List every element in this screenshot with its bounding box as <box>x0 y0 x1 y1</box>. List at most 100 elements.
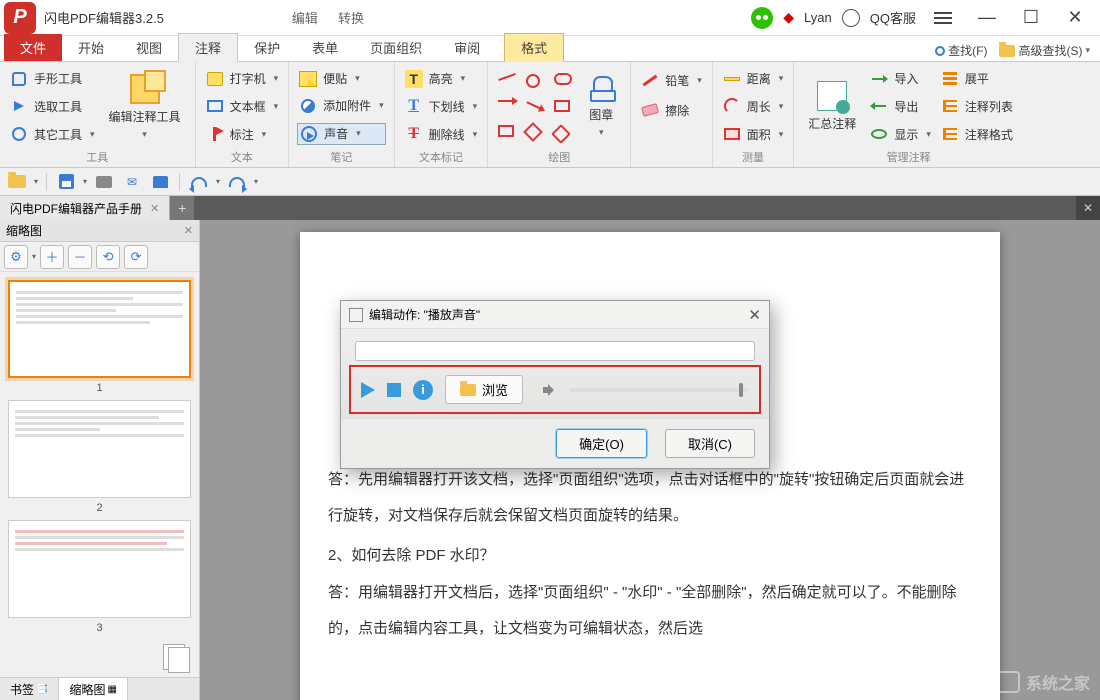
eraser-tool[interactable]: 擦除 <box>639 100 704 120</box>
thumb-zoom-in[interactable]: ＋ <box>40 245 64 269</box>
info-button[interactable]: i <box>413 380 433 400</box>
polygon-tool[interactable] <box>524 124 546 140</box>
import-annotations[interactable]: 导入 <box>868 69 933 89</box>
distance-tool[interactable]: 距离 <box>721 69 786 89</box>
top-tab-convert[interactable]: 转换 <box>330 4 372 31</box>
sound-tool[interactable]: 声音 <box>297 123 386 145</box>
minimize-button[interactable]: — <box>970 4 1004 32</box>
pentagon-icon <box>551 124 571 144</box>
sticky-note-tool[interactable]: 便贴 <box>297 69 386 89</box>
dialog-close-icon[interactable]: ✕ <box>748 306 761 324</box>
menu-start[interactable]: 开始 <box>62 34 120 61</box>
hand-tool[interactable]: 手形工具 <box>8 69 97 89</box>
scan-button[interactable] <box>149 171 171 193</box>
highlight-tool[interactable]: T高亮 <box>403 69 480 89</box>
cloud-tool[interactable] <box>552 72 574 86</box>
bookmark-tab[interactable]: 书签📑 <box>0 678 59 700</box>
find-button[interactable]: 查找(F) <box>931 40 991 61</box>
strikeout-tool[interactable]: T删除线 <box>403 124 480 144</box>
thumb-rotate-cw[interactable]: ⟳ <box>124 245 148 269</box>
cancel-button[interactable]: 取消(C) <box>665 429 755 458</box>
undo-button[interactable] <box>188 171 210 193</box>
dialog-titlebar[interactable]: 编辑动作: "播放声音" ✕ <box>341 301 769 329</box>
callout-shape-tool[interactable] <box>552 99 574 113</box>
thumbnail-page-1[interactable] <box>8 280 191 378</box>
close-tab-icon[interactable]: ✕ <box>150 202 159 215</box>
show-annotations[interactable]: 显示 <box>868 124 933 144</box>
highlight-icon: T <box>405 70 423 88</box>
close-button[interactable]: ✕ <box>1058 4 1092 32</box>
underline-tool[interactable]: T下划线 <box>403 96 480 116</box>
volume-slider[interactable] <box>569 388 749 392</box>
sound-icon <box>301 126 317 142</box>
edit-annotation-tool[interactable]: 编辑注释工具 <box>103 66 187 147</box>
menu-file[interactable]: 文件 <box>4 34 62 61</box>
menu-view[interactable]: 视图 <box>120 34 178 61</box>
pencil-tool[interactable]: 铅笔 <box>639 70 704 90</box>
wechat-icon[interactable] <box>751 7 773 29</box>
thumb-zoom-out[interactable]: － <box>68 245 92 269</box>
redo-button[interactable] <box>226 171 248 193</box>
attach-tool[interactable]: 添加附件 <box>297 96 386 116</box>
mail-button[interactable]: ✉ <box>121 171 143 193</box>
add-tab-button[interactable]: + <box>170 196 194 220</box>
menu-format[interactable]: 格式 <box>504 33 564 62</box>
print-button[interactable] <box>93 171 115 193</box>
oval-tool[interactable] <box>524 73 546 89</box>
group-label-textmark: 文本标记 <box>403 147 480 165</box>
adv-find-button[interactable]: 高级查找(S)▾ <box>995 40 1094 61</box>
sound-path-field[interactable] <box>355 341 755 361</box>
document-tab[interactable]: 闪电PDF编辑器产品手册✕ <box>0 196 170 220</box>
pentagon-tool[interactable] <box>552 126 574 142</box>
maximize-button[interactable]: ☐ <box>1014 4 1048 32</box>
menu-protect[interactable]: 保护 <box>238 34 296 61</box>
save-button[interactable] <box>55 171 77 193</box>
line-tool[interactable] <box>496 75 518 79</box>
stop-button[interactable] <box>387 383 401 397</box>
ok-button[interactable]: 确定(O) <box>556 429 647 458</box>
speaker-icon[interactable] <box>543 383 557 397</box>
sticky-note-icon <box>299 71 317 87</box>
stamp-tool[interactable]: 图章 <box>580 66 622 147</box>
callout-tool[interactable]: 标注 <box>204 124 281 144</box>
face-icon[interactable] <box>842 9 860 27</box>
close-all-tabs[interactable]: ✕ <box>1076 196 1100 220</box>
group-label-measure: 测量 <box>721 147 786 165</box>
thumbnail-tab[interactable]: 缩略图▦ <box>59 678 127 700</box>
menu-button[interactable] <box>926 4 960 32</box>
qq-service[interactable]: QQ客服 <box>870 8 916 27</box>
select-tool[interactable]: 选取工具 <box>8 96 97 116</box>
rect-tool[interactable] <box>496 124 518 138</box>
typewriter-tool[interactable]: 打字机 <box>204 69 281 89</box>
thumb-settings[interactable]: ⚙ <box>4 245 28 269</box>
annotation-format[interactable]: 注释格式 <box>939 124 1015 144</box>
browse-button[interactable]: 浏览 <box>445 375 523 404</box>
polyline-tool[interactable] <box>524 104 546 108</box>
area-tool[interactable]: 面积 <box>721 124 786 144</box>
thumbnail-list[interactable]: 1 2 3 <box>0 272 199 677</box>
list-icon <box>943 100 957 112</box>
menu-review[interactable]: 审阅 <box>438 34 496 61</box>
menu-page-org[interactable]: 页面组织 <box>354 34 438 61</box>
other-tools[interactable]: 其它工具 <box>8 124 97 144</box>
annotation-list[interactable]: 注释列表 <box>939 96 1015 116</box>
thumb-rotate-ccw[interactable]: ⟲ <box>96 245 120 269</box>
textbox-tool[interactable]: 文本框 <box>204 96 281 116</box>
close-panel-icon[interactable]: ✕ <box>184 224 193 237</box>
play-button[interactable] <box>361 382 375 398</box>
perimeter-tool[interactable]: 周长 <box>721 96 786 116</box>
menu-annotate[interactable]: 注释 <box>178 33 238 62</box>
flatten-annotations[interactable]: 展平 <box>939 69 1015 89</box>
format-icon <box>943 128 957 140</box>
export-annotations[interactable]: 导出 <box>868 96 933 116</box>
page-stack-icon[interactable] <box>163 644 191 672</box>
summarize-annotations[interactable]: 汇总注释 <box>802 66 862 147</box>
thumbnail-page-3[interactable] <box>8 520 191 618</box>
top-tab-edit[interactable]: 编辑 <box>284 4 326 31</box>
distance-icon <box>724 77 740 81</box>
arrow-tool[interactable] <box>496 99 518 103</box>
open-button[interactable] <box>6 171 28 193</box>
menu-form[interactable]: 表单 <box>296 34 354 61</box>
thumbnail-page-2[interactable] <box>8 400 191 498</box>
username[interactable]: Lyan <box>804 10 832 25</box>
